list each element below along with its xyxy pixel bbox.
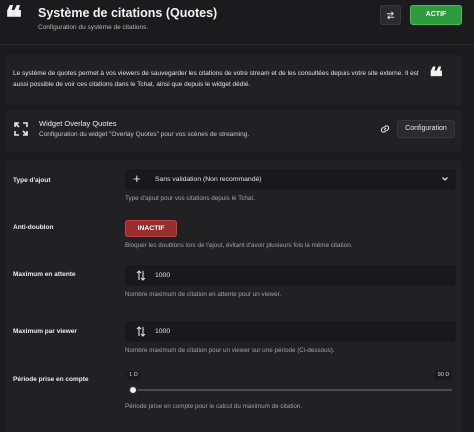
widget-card: Widget Overlay Quotes Configuration du w…: [6, 110, 462, 152]
header-divider: [0, 44, 474, 45]
max-attente-value: 1000: [155, 272, 171, 279]
configuration-button[interactable]: Configuration: [397, 120, 455, 138]
type-ajout-select[interactable]: + Sans validation (Non recommandé): [125, 169, 456, 190]
anti-doublon-label: Anti-doublon: [13, 224, 54, 231]
widget-title: Widget Overlay Quotes: [39, 119, 117, 128]
quote-icon: ❝: [429, 63, 443, 93]
slider-min-label: 1 D: [127, 371, 140, 380]
swap-arrows-icon: [386, 11, 395, 20]
plus-icon: +: [133, 171, 141, 186]
max-viewer-label: Maximum par viewer: [13, 328, 77, 335]
type-ajout-help: Type d'ajout pour vos citations depuis l…: [125, 195, 255, 202]
slider-max-label: 90 D: [435, 371, 452, 380]
max-viewer-value: 1000: [155, 328, 171, 335]
max-attente-help: Nombre maximum de citation en attente po…: [125, 291, 282, 298]
periode-label: Période prise en compte: [13, 376, 89, 383]
page-subtitle: Configuration du système de citations.: [38, 24, 149, 31]
settings-panel: Type d'ajout + Sans validation (Non reco…: [6, 160, 462, 432]
sort-arrows-icon: [136, 270, 146, 281]
type-ajout-label: Type d'ajout: [13, 177, 51, 184]
periode-slider-track[interactable]: [133, 389, 452, 391]
widget-description: Configuration du widget "Overlay Quotes"…: [39, 131, 250, 138]
periode-help: Période prise en compte pour le calcul d…: [125, 403, 303, 410]
chevron-down-icon: [442, 177, 448, 181]
max-attente-label: Maximum en attente: [13, 271, 76, 278]
status-toggle-button[interactable]: ACTIF: [410, 5, 462, 25]
max-attente-input[interactable]: 1000: [125, 265, 456, 286]
swap-button[interactable]: [380, 5, 401, 25]
widget-arrows-icon: [14, 122, 28, 136]
anti-doublon-toggle[interactable]: INACTIF: [125, 220, 177, 237]
quote-logo-icon: ❝: [5, 0, 23, 37]
page-header: ❝ Système de citations (Quotes) Configur…: [0, 0, 474, 44]
periode-slider-handle[interactable]: [128, 385, 138, 395]
sort-arrows-icon: [136, 326, 146, 337]
link-icon[interactable]: [379, 123, 391, 135]
anti-doublon-help: Bloquer les doublons lors de l'ajout, év…: [125, 242, 353, 249]
page-title: Système de citations (Quotes): [38, 6, 218, 20]
info-description: Le système de quotes permet à vos viewer…: [13, 70, 419, 88]
info-card: Le système de quotes permet à vos viewer…: [6, 55, 462, 105]
max-viewer-help: Nombre maximum de citation pour un viewe…: [125, 347, 335, 354]
max-viewer-input[interactable]: 1000: [125, 321, 456, 342]
type-ajout-value: Sans validation (Non recommandé): [155, 176, 262, 183]
